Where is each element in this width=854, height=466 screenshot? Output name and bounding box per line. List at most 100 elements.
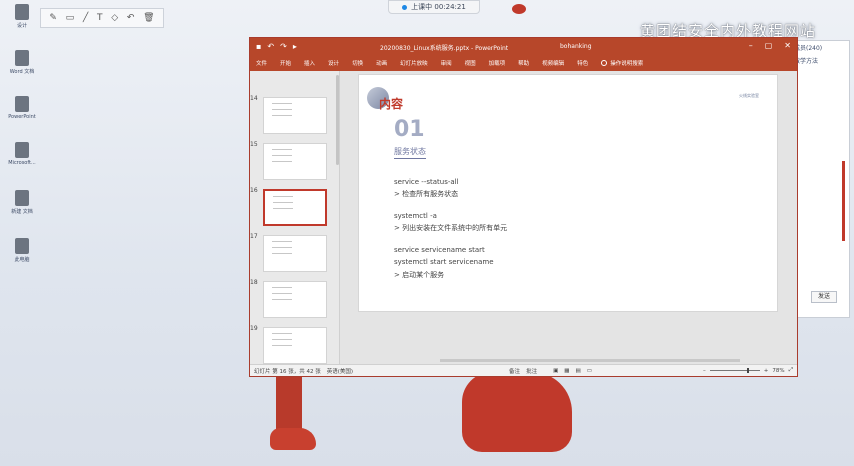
save-icon[interactable]: ▪ xyxy=(256,42,261,51)
tab-video-edit[interactable]: 视频编辑 xyxy=(542,59,564,67)
file-icon xyxy=(15,50,29,66)
section-title[interactable]: 服务状态 xyxy=(394,146,426,159)
slide-thumbnail[interactable]: 17 xyxy=(250,233,340,273)
normal-view-icon[interactable]: ▣ xyxy=(553,368,558,374)
slide-heading[interactable]: 内容 xyxy=(379,95,403,112)
zoom-in-icon[interactable]: + xyxy=(764,368,769,374)
recording-dot-icon xyxy=(402,4,408,10)
command-description[interactable]: > 启动某个服务 xyxy=(394,270,444,280)
slide-thumbnail-selected[interactable]: 16 xyxy=(250,187,340,227)
wallpaper-figure-head xyxy=(512,4,526,14)
slide-position: 幻灯片 第 16 张，共 42 张 xyxy=(254,368,321,375)
tab-addins[interactable]: 加载项 xyxy=(489,59,506,67)
desktop-icon-label: 此电脑 xyxy=(14,257,30,263)
desktop-icon[interactable]: 设计 xyxy=(4,2,40,42)
comments-button[interactable]: 批注 xyxy=(526,367,537,375)
tab-file[interactable]: 文件 xyxy=(256,59,267,67)
recording-indicator[interactable]: 上课中 00:24:21 xyxy=(388,0,480,14)
undo-icon[interactable]: ↶ xyxy=(127,13,135,23)
slide-number: 19 xyxy=(250,325,258,332)
command-description[interactable]: > 列出安装在文件系统中的所有单元 xyxy=(394,223,507,233)
rectangle-icon[interactable]: ▭ xyxy=(66,13,75,23)
zoom-slider[interactable] xyxy=(709,368,760,373)
desktop-icon-label: 设计 xyxy=(16,23,27,29)
language-indicator[interactable]: 英语(美国) xyxy=(327,367,353,375)
text-icon[interactable]: T xyxy=(97,13,103,23)
tell-me-search[interactable]: 操作说明搜索 xyxy=(601,59,643,67)
desktop-icon[interactable]: PowerPoint xyxy=(4,94,40,134)
notes-button[interactable]: 备注 xyxy=(509,367,520,375)
slide-thumbnail[interactable]: 18 xyxy=(250,279,340,319)
side-window-scrollbar[interactable] xyxy=(842,161,845,241)
side-window-text: 教学方法 xyxy=(794,58,819,65)
undo-icon[interactable]: ↶ xyxy=(267,42,274,51)
tab-home[interactable]: 开始 xyxy=(280,59,291,67)
tab-review[interactable]: 审阅 xyxy=(441,59,452,67)
computer-icon xyxy=(15,238,29,254)
slide-number: 15 xyxy=(250,141,258,148)
eraser-icon[interactable]: ◇ xyxy=(111,13,118,23)
powerpoint-window: ▪ ↶ ↷ ▸ 20200830_Linux系统服务.pptx - PowerP… xyxy=(249,37,798,377)
file-icon xyxy=(15,142,29,158)
tab-slideshow[interactable]: 幻灯片放映 xyxy=(400,59,428,67)
wallpaper-figure-shoe xyxy=(270,428,316,450)
wallpaper-figure-body xyxy=(462,372,572,452)
thumbnail-scrollbar[interactable] xyxy=(336,75,339,165)
annotation-toolbar: ✎ ▭ ╱ T ◇ ↶ 🗑 xyxy=(40,8,164,28)
desktop-icon-label: Microsoft... xyxy=(8,160,36,166)
send-button[interactable]: 发送 xyxy=(811,291,837,303)
tab-animations[interactable]: 动画 xyxy=(376,59,387,67)
file-icon xyxy=(15,4,29,20)
slide-thumbnail-pane: 14 15 16 17 18 19 xyxy=(250,71,340,364)
desktop-icon-label: Word 文档 xyxy=(9,69,35,75)
tab-transitions[interactable]: 切换 xyxy=(352,59,363,67)
line-icon[interactable]: ╱ xyxy=(83,13,88,23)
maximize-icon[interactable]: ▢ xyxy=(765,41,773,50)
redo-icon[interactable]: ↷ xyxy=(280,42,287,51)
file-icon xyxy=(15,96,29,112)
command-text[interactable]: systemctl start servicename xyxy=(394,258,494,266)
reading-view-icon[interactable]: ▤ xyxy=(575,368,580,374)
slide-horizontal-scrollbar[interactable] xyxy=(440,359,740,362)
desktop-icon[interactable]: 新建 文档 xyxy=(4,188,40,228)
status-bar: 幻灯片 第 16 张，共 42 张 英语(美国) 备注 批注 ▣ ▦ ▤ ▭ –… xyxy=(250,364,797,376)
zoom-out-icon[interactable]: – xyxy=(703,368,706,374)
zoom-level[interactable]: 78% xyxy=(772,368,784,374)
slide-thumbnail[interactable]: 15 xyxy=(250,141,340,181)
desktop-icon[interactable]: 此电脑 xyxy=(4,236,40,276)
file-icon xyxy=(15,190,29,206)
slide-number: 14 xyxy=(250,95,258,102)
start-slideshow-icon[interactable]: ▸ xyxy=(293,42,297,51)
minimize-icon[interactable]: – xyxy=(749,41,753,50)
slide-logo: 火线实验室 xyxy=(739,93,759,98)
slide-thumbnail[interactable]: 19 xyxy=(250,325,340,365)
recording-label: 上课中 00:24:21 xyxy=(411,3,466,11)
desktop-icon[interactable]: Word 文档 xyxy=(4,48,40,88)
zoom-control: – + 78% ⤢ xyxy=(703,367,793,374)
desktop-icon[interactable]: Microsoft... xyxy=(4,140,40,180)
tab-special[interactable]: 特色 xyxy=(577,59,588,67)
slideshow-view-icon[interactable]: ▭ xyxy=(587,368,592,374)
pen-icon[interactable]: ✎ xyxy=(49,13,57,23)
slide-sorter-icon[interactable]: ▦ xyxy=(564,368,569,374)
command-description[interactable]: > 检查所有服务状态 xyxy=(394,189,458,199)
zoom-slider-thumb[interactable] xyxy=(747,368,750,373)
delete-icon[interactable]: 🗑 xyxy=(143,13,154,23)
command-text[interactable]: systemctl -a xyxy=(394,212,437,220)
user-name[interactable]: bohanking xyxy=(560,43,592,50)
slide-thumbnail[interactable]: 14 xyxy=(250,95,340,135)
current-slide[interactable]: 内容 火线实验室 01 服务状态 service --status-all > … xyxy=(358,74,778,312)
window-title: 20200830_Linux系统服务.pptx - PowerPoint xyxy=(380,45,509,52)
fit-slide-icon[interactable]: ⤢ xyxy=(789,367,793,374)
command-text[interactable]: service servicename start xyxy=(394,246,485,254)
tab-design[interactable]: 设计 xyxy=(328,59,339,67)
desktop-icon-label: 新建 文档 xyxy=(11,209,33,215)
slide-number: 17 xyxy=(250,233,258,240)
close-icon[interactable]: ✕ xyxy=(784,41,791,50)
command-text[interactable]: service --status-all xyxy=(394,178,459,186)
desktop-icon-label: PowerPoint xyxy=(8,114,36,120)
tab-view[interactable]: 视图 xyxy=(465,59,476,67)
tab-help[interactable]: 帮助 xyxy=(518,59,529,67)
tab-insert[interactable]: 插入 xyxy=(304,59,315,67)
section-number[interactable]: 01 xyxy=(394,117,425,142)
